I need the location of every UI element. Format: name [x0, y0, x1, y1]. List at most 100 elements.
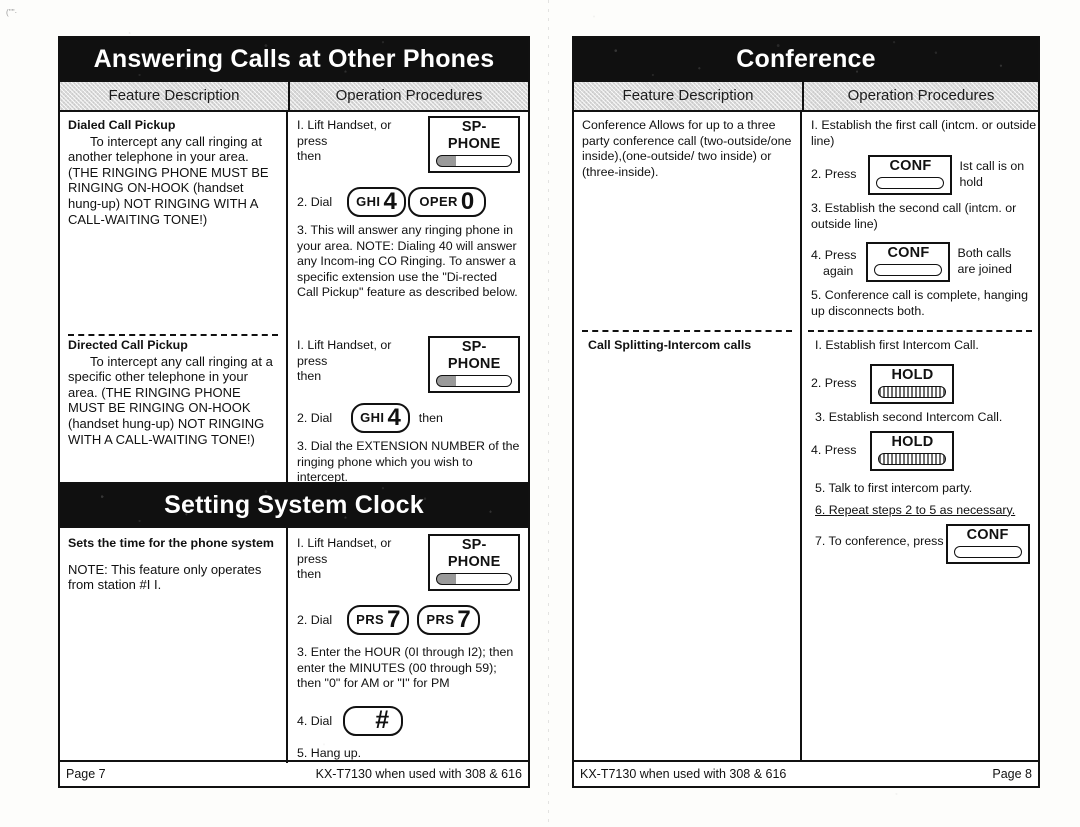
- column-header-feature-description: Feature Description: [60, 82, 290, 110]
- column-header-feature-description: Feature Description: [574, 82, 804, 110]
- step-3: 3. Dial the EXTENSION NUMBER of the ring…: [297, 439, 520, 485]
- step-2: 2. Dial GHI 4 then: [297, 399, 520, 433]
- dashed-divider-cell: [574, 324, 802, 332]
- operation-cell-dialed-call-pickup: I. Lift Handset, or press then SP-PHONE …: [288, 112, 528, 328]
- divider-spacer: [288, 328, 528, 336]
- column-header-operation-procedures: Operation Procedures: [335, 87, 483, 104]
- step-1: I. Lift Handset, or press then SP-PHONE: [297, 336, 520, 393]
- hold-key[interactable]: HOLD: [870, 363, 955, 404]
- feature-heading: Directed Call Pickup: [68, 338, 188, 352]
- feature-body: NOTE: This feature only operates from st…: [68, 561, 262, 593]
- sp-phone-key[interactable]: SP-PHONE: [428, 534, 520, 591]
- step-2-label: 2. Press: [811, 167, 857, 182]
- feature-text: Conference Allows for up to a three part…: [582, 118, 792, 180]
- step-4-label2: again: [823, 263, 854, 278]
- dial-key-digit: 7: [387, 606, 401, 633]
- step-5: 5. Conference call is complete, hanging …: [811, 288, 1028, 318]
- step-4-label: 4. Dial: [297, 713, 333, 728]
- table-row: Conference Allows for up to a three part…: [574, 112, 1038, 324]
- step-1-label: I. Lift Handset, or press: [297, 536, 392, 566]
- sp-phone-key-label: SP-PHONE: [447, 537, 501, 570]
- dial-key-alpha: GHI: [360, 410, 385, 426]
- step-1: I. Lift Handset, or press then SP-PHONE: [297, 116, 520, 173]
- dial-key-alpha: GHI: [356, 194, 381, 210]
- step-4-label: 4. Press: [811, 443, 857, 458]
- conf-key[interactable]: CONF: [868, 155, 953, 196]
- feature-cell-call-splitting: Call Splitting-Intercom calls: [574, 332, 802, 761]
- section-title-conference: Conference: [574, 38, 1038, 82]
- section-divider-row: [60, 328, 528, 336]
- operation-cell-directed-call-pickup: I. Lift Handset, or press then SP-PHONE …: [288, 336, 528, 484]
- step-1-label: I. Lift Handset, or press: [297, 338, 392, 368]
- sp-phone-key-label: SP-PHONE: [447, 119, 501, 152]
- step-2: 2. Dial GHI 4 OPER 0: [297, 183, 520, 217]
- feature-heading: Sets the time for the phone system: [68, 536, 274, 550]
- feature-heading: Dialed Call Pickup: [68, 118, 176, 132]
- key-lamp-indicator: [874, 264, 943, 277]
- step-1: I. Lift Handset, or press then SP-PHONE: [297, 534, 520, 591]
- dial-key-hash[interactable]: #: [343, 705, 404, 736]
- step-1: I. Establish first Intercom Call.: [815, 338, 979, 352]
- key-lamp-indicator: [436, 155, 512, 167]
- feature-body: To intercept any call ringing at a speci…: [68, 353, 273, 447]
- dial-key-alpha: OPER: [419, 194, 458, 210]
- key-lamp-indicator: [953, 546, 1022, 559]
- sp-phone-key[interactable]: SP-PHONE: [428, 116, 520, 173]
- conf-key-label: CONF: [889, 158, 932, 175]
- step-2-after: Ist call is on hold: [959, 159, 1025, 189]
- step-2-label: 2. Dial: [297, 613, 333, 627]
- step-2: 2. Dial PRS 7 PRS 7: [297, 601, 520, 635]
- key-lamp-indicator: [876, 177, 945, 190]
- feature-heading: Conference: [582, 118, 647, 132]
- dashed-divider-cell: [60, 328, 288, 336]
- step-1-then: then: [297, 567, 322, 582]
- operation-cell-setting-system-clock: I. Lift Handset, or press then SP-PHONE …: [288, 528, 528, 763]
- page-number: Page 8: [992, 767, 1032, 781]
- scan-edge-mark: (''"·: [6, 8, 18, 17]
- dial-key-digit: 4: [387, 404, 401, 431]
- dial-key-0[interactable]: OPER 0: [407, 187, 486, 217]
- dial-key-7[interactable]: PRS 7: [417, 605, 480, 635]
- conf-key-label: CONF: [887, 245, 930, 262]
- table-row: Call Splitting-Intercom calls I. Establi…: [574, 332, 1038, 761]
- page-number: Page 7: [66, 767, 106, 781]
- key-lamp-indicator: [436, 375, 512, 387]
- dial-key-4[interactable]: GHI 4: [351, 403, 410, 433]
- dial-key-7[interactable]: PRS 7: [347, 605, 410, 635]
- step-3: 3. Establish the second call (intcm. or …: [811, 201, 1017, 231]
- dial-key-alpha: PRS: [426, 612, 455, 628]
- step-4-label: 4. Press: [811, 248, 857, 263]
- hold-key-label: HOLD: [891, 366, 934, 383]
- step-7: 7. To conference, press CONF: [811, 524, 1030, 565]
- step-5: 5. Talk to first intercom party.: [815, 481, 973, 496]
- hold-key-label: HOLD: [891, 434, 934, 451]
- table-row: Sets the time for the phone system NOTE:…: [60, 528, 528, 763]
- section-title-setting-system-clock: Setting System Clock: [60, 482, 528, 528]
- feature-cell-directed-call-pickup: Directed Call Pickup To intercept any ca…: [60, 336, 288, 482]
- step-2: 2. Press HOLD: [811, 363, 1030, 404]
- conf-key[interactable]: CONF: [945, 524, 1030, 565]
- feature-cell-dialed-call-pickup: Dialed Call Pickup To intercept any call…: [60, 112, 288, 328]
- dial-key-digit: 7: [457, 606, 471, 633]
- step-1: I. Establish the first call (intcm. or o…: [811, 118, 1037, 148]
- sp-phone-key[interactable]: SP-PHONE: [428, 336, 520, 393]
- sp-phone-key-label: SP-PHONE: [447, 339, 501, 372]
- key-lamp-indicator: [878, 453, 947, 466]
- dial-key-hash-glyph: #: [375, 705, 390, 734]
- footer-note: KX-T7130 when used with 308 & 616: [580, 767, 787, 781]
- conf-key-label: CONF: [966, 527, 1009, 544]
- step-4: 4. Press again CONF Both calls are joine…: [811, 242, 1037, 283]
- conf-key[interactable]: CONF: [866, 242, 951, 283]
- footer-note: KX-T7130 when used with 308 & 616: [315, 767, 522, 781]
- step-2: 2. Press CONF Ist call is on hold: [811, 155, 1037, 196]
- dial-key-digit: 0: [460, 188, 475, 215]
- hold-key[interactable]: HOLD: [870, 431, 955, 472]
- book-spine-shadow: [548, 0, 549, 827]
- key-lamp-indicator: [878, 385, 947, 398]
- step-3: 3. Establish second Intercom Call.: [815, 409, 1003, 424]
- column-headers-conference: Feature Description Operation Procedures: [574, 82, 1038, 112]
- dial-key-digit: 4: [383, 188, 397, 215]
- step-4: 4. Dial #: [297, 702, 520, 736]
- dial-key-4[interactable]: GHI 4: [347, 187, 406, 217]
- feature-cell-conference: Conference Allows for up to a three part…: [574, 112, 802, 324]
